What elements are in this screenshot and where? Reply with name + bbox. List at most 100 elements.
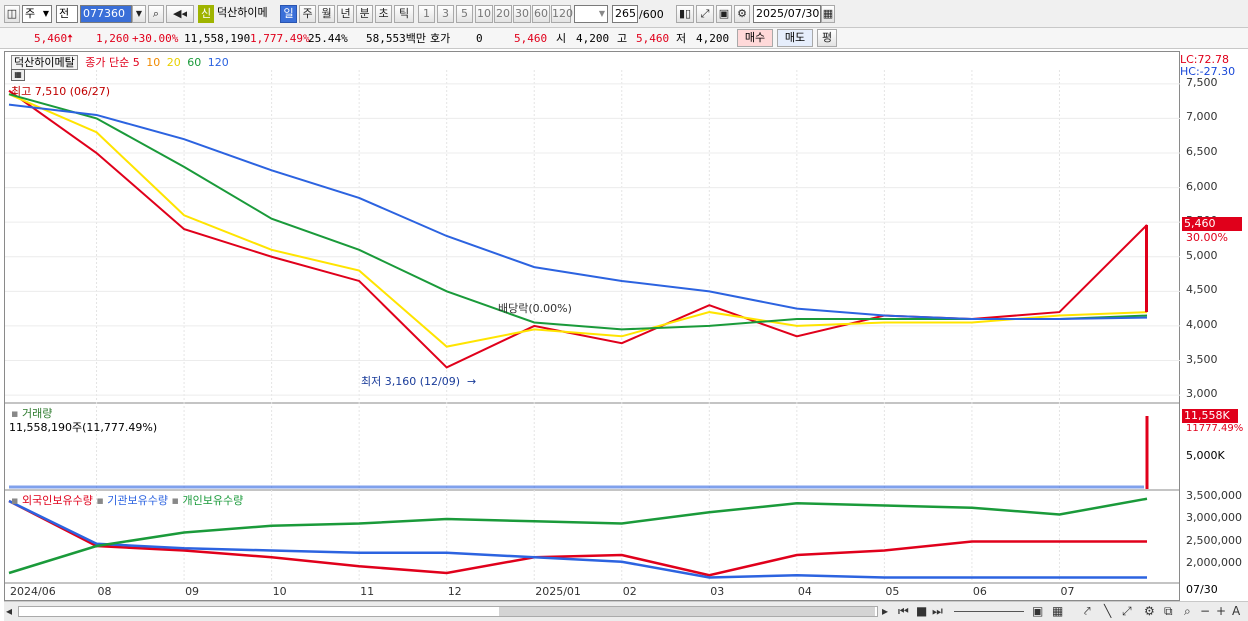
holding-line-institution — [8, 499, 1147, 579]
tab-day[interactable]: 일 — [280, 5, 297, 23]
tab-tick[interactable]: 틱 — [394, 5, 414, 23]
rewind-icon[interactable]: ⏮ — [898, 603, 909, 619]
stop-icon[interactable]: ■ — [916, 603, 927, 619]
num-button-10[interactable]: 10 — [475, 5, 493, 23]
zoom-slider[interactable] — [954, 611, 1024, 612]
holdings-legend: ▪ 외국인보유수량 ▪ 기관보유수량 ▪ 개인보유수량 — [11, 492, 243, 508]
calendar-icon[interactable]: ▦ — [821, 5, 835, 23]
zoom-icon[interactable]: ⌕ — [1184, 603, 1191, 619]
line-tool-icon[interactable]: ╲ — [1104, 603, 1111, 619]
y-tick-label: 3,000 — [1186, 387, 1218, 401]
change-amount: 1,260 — [96, 32, 130, 45]
volume-y-tick: 5,000K — [1186, 449, 1225, 462]
tab-year[interactable]: 년 — [337, 5, 354, 23]
compare-dropdown[interactable]: 전 — [56, 5, 78, 23]
draw-tool-icon[interactable]: ⤢ — [696, 5, 714, 23]
count-total: /600 — [639, 8, 664, 21]
period-dropdown[interactable]: 주 ▼ — [22, 5, 52, 23]
zoom-in-icon[interactable]: + — [1216, 603, 1226, 619]
foreign-legend: 외국인보유수량 — [21, 494, 93, 507]
y-tick-label: 4,000 — [1186, 317, 1218, 331]
price-scale: LC:72.78 HC:-27.30 7,500 7,000 6,500 6,000 5… — [1180, 51, 1248, 601]
scroll-track[interactable] — [18, 606, 878, 617]
si-value: 5,460 — [514, 32, 548, 45]
fast-forward-icon[interactable]: ⏭ — [932, 603, 943, 619]
tab-week[interactable]: 주 — [299, 5, 316, 23]
x-tick-label: 12 — [447, 585, 462, 598]
holding-line-foreign — [8, 499, 1147, 577]
chart-svg — [5, 70, 1181, 584]
x-tick-label: 10 — [272, 585, 287, 598]
zoom-out-icon[interactable]: − — [1200, 603, 1210, 619]
scroll-left-icon[interactable]: ◂ — [6, 603, 12, 619]
new-badge: 신 — [198, 5, 214, 23]
chart-menu-icon[interactable]: ◫ — [4, 5, 20, 23]
num-button-5[interactable]: 5 — [456, 5, 473, 23]
stock-name-label: 덕산하이메탈 — [11, 55, 78, 70]
tab-second[interactable]: 초 — [375, 5, 392, 23]
ma-5-label: 5 — [132, 56, 140, 69]
volume-value: 11,558,190주(11,777.49%) — [9, 421, 158, 434]
layout-icon[interactable]: ▣ — [1032, 603, 1043, 619]
trade-amount: 58,553백만 — [366, 32, 426, 45]
change-percent: +30.00% — [132, 32, 179, 45]
up-arrow-icon: 🠅 — [67, 32, 74, 45]
open-price: 4,200 — [576, 32, 610, 45]
count-input[interactable]: 265 — [612, 5, 638, 23]
draw-tools-icon[interactable]: ⤤ — [1084, 603, 1091, 619]
code-dropdown-button[interactable]: ▼ — [132, 5, 146, 23]
holding-y-tick-label: 3,500,000 — [1186, 488, 1242, 502]
sell-button[interactable]: 매도 — [777, 29, 813, 47]
date-input[interactable]: 2025/07/30 — [753, 5, 821, 23]
tab-minute[interactable]: 분 — [356, 5, 373, 23]
settings-tool-icon[interactable]: ⚙ — [1144, 603, 1155, 619]
grid-toggle-icon[interactable]: ▦ — [11, 69, 25, 81]
holding-y-tick-label: 3,000,000 — [1186, 511, 1242, 524]
search-icon[interactable]: ⌕ — [148, 5, 164, 23]
avg-button[interactable]: 평 — [817, 29, 837, 47]
x-end-label: 07/30 — [1186, 583, 1218, 596]
scroll-right-icon[interactable]: ▸ — [882, 603, 888, 619]
hoga-value: 0 — [476, 32, 483, 45]
num-button-30[interactable]: 30 — [513, 5, 531, 23]
scroll-thumb[interactable] — [499, 607, 875, 616]
ma-10-label: 10 — [146, 56, 161, 69]
num-button-1[interactable]: 1 — [418, 5, 435, 23]
last-candle — [1145, 224, 1148, 313]
y-tick-label: 6,500 — [1186, 145, 1218, 158]
stock-code-input[interactable]: 077360 — [80, 5, 132, 23]
num-button-20[interactable]: 20 — [494, 5, 512, 23]
gear-icon[interactable]: ⚙ — [734, 5, 750, 23]
high-label: 고 — [617, 32, 628, 45]
num-button-3[interactable]: 3 — [437, 5, 454, 23]
num-button-60[interactable]: 60 — [532, 5, 550, 23]
num-button-120[interactable]: 120 — [551, 5, 573, 23]
x-tick-label: 06 — [972, 585, 987, 598]
current-price-tag: 5,460 — [1182, 217, 1242, 231]
tab-month[interactable]: 월 — [318, 5, 335, 23]
y-tick-label: 3,500 — [1186, 352, 1218, 366]
si-label: 시 — [556, 32, 567, 45]
x-tick-label: 07 — [1060, 585, 1075, 598]
y-tick-label: 7,000 — [1186, 110, 1218, 124]
buy-button[interactable]: 매수 — [737, 29, 773, 47]
chart-area[interactable]: 덕산하이메탈 종가 단순 5 10 20 60 120 ▦ 최고 7,510 (… — [4, 51, 1181, 601]
ma-type-label: 종가 단순 — [85, 56, 130, 69]
copy-icon[interactable]: ⧉ — [1164, 603, 1173, 619]
low-label: 저 — [676, 32, 687, 45]
compare-dropdown-label: 전 — [59, 7, 70, 20]
save-icon[interactable]: ▣ — [716, 5, 732, 23]
ma-120-label: 120 — [207, 56, 229, 69]
trade-volume: 11,558,190 — [184, 32, 251, 45]
trend-tool-icon[interactable]: ⤢ — [1122, 603, 1132, 619]
grid-icon[interactable]: ▦ — [1052, 603, 1063, 619]
speaker-icon[interactable]: ◀◂ — [166, 5, 194, 23]
candle-type-icon[interactable]: ▮▯ — [676, 5, 694, 23]
font-icon[interactable]: A — [1232, 603, 1240, 619]
high-price: 5,460 — [636, 32, 670, 45]
unit-input[interactable]: ▼ — [574, 5, 608, 23]
volume-ratio: 1,777.49% — [250, 32, 310, 45]
y-tick-label: 4,500 — [1186, 283, 1218, 297]
x-tick-label: 09 — [185, 585, 200, 598]
low-arrow-icon: → — [467, 375, 477, 388]
